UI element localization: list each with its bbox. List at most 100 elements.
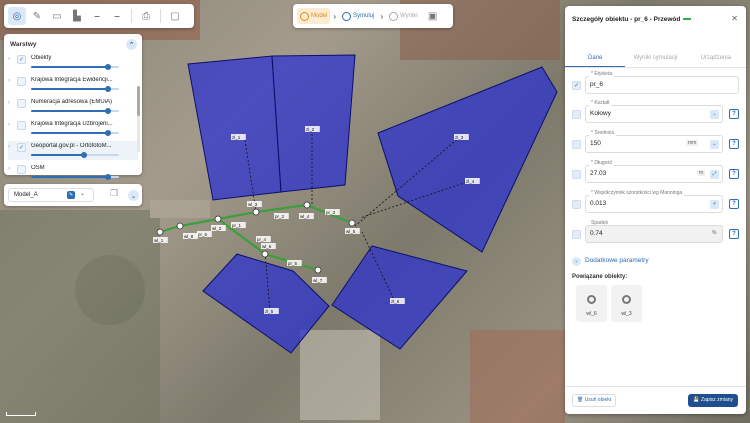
pipe-label: pr_4: [257, 237, 267, 242]
tab-devices[interactable]: Urządzenia: [686, 48, 746, 67]
layer-checkbox[interactable]: ✓: [17, 55, 26, 64]
frame-icon[interactable]: ▢: [166, 7, 184, 25]
network-node[interactable]: [303, 201, 311, 209]
field-checkbox[interactable]: ✓: [572, 81, 581, 90]
layers-title: Warstwy: [10, 41, 37, 48]
layers-header: Warstwy ⌃: [4, 34, 142, 50]
help-icon[interactable]: ?: [729, 139, 739, 149]
node-label: wl_8: [184, 234, 194, 239]
advanced-params-toggle[interactable]: ⌄ Dodatkowe parametry: [572, 257, 649, 266]
step-simulate[interactable]: Symuluj: [339, 8, 377, 24]
network-node[interactable]: [348, 219, 356, 227]
help-icon[interactable]: ?: [729, 229, 739, 239]
chevron-down-icon[interactable]: ⌄: [80, 190, 85, 197]
network-node[interactable]: [214, 215, 222, 223]
help-icon[interactable]: ?: [729, 109, 739, 119]
measure-icon[interactable]: ⎯: [88, 7, 106, 25]
related-object-card[interactable]: wl_3: [611, 285, 642, 322]
pipe-segment[interactable]: [217, 210, 257, 221]
ruler-icon[interactable]: ▭: [48, 7, 66, 25]
save-changes-button[interactable]: 💾 Zapisz zmiany: [688, 394, 738, 407]
layer-checkbox[interactable]: [17, 77, 26, 86]
pencil-icon[interactable]: ✎: [67, 191, 75, 199]
catchment-label: zl_1: [232, 135, 241, 140]
layer-list: › ✓ Obiekty › Krajowa Integracja Ewidencji..…: [4, 53, 142, 182]
chevron-down-icon[interactable]: ⌄: [710, 140, 719, 149]
pipe-segment[interactable]: [179, 217, 219, 228]
step-results[interactable]: Wyniki: [386, 8, 421, 24]
node-label: wl_3: [248, 202, 258, 207]
measure2-icon[interactable]: ⎯: [108, 7, 126, 25]
collapse-icon[interactable]: ⌃: [126, 39, 137, 50]
layer-item[interactable]: › ✓ Geoportal.gov.pl - OrtofotoM...: [8, 141, 138, 160]
plus-icon[interactable]: +: [710, 200, 719, 209]
node-label: wl_6: [262, 244, 272, 249]
catchment-area[interactable]: [378, 92, 557, 252]
help-icon[interactable]: ?: [729, 169, 739, 179]
field-checkbox[interactable]: [572, 200, 581, 209]
delete-object-button[interactable]: 🗑 Usuń obiekt: [572, 394, 617, 407]
copy-icon[interactable]: ❐: [110, 188, 122, 201]
layer-label: Krajowa Integracja Ewidencji...: [31, 77, 113, 83]
print-icon[interactable]: ⎙: [137, 7, 155, 25]
pipe-segment[interactable]: [255, 203, 308, 214]
network-node[interactable]: [176, 222, 184, 230]
network-node[interactable]: [261, 250, 269, 258]
slope-field: Spadek 0.74 % ?: [572, 220, 739, 243]
field-checkbox[interactable]: [572, 110, 581, 119]
chevron-down-icon[interactable]: ⌄: [128, 190, 139, 201]
chevron-right-icon: ›: [380, 11, 384, 21]
chevron-right-icon[interactable]: ›: [8, 166, 10, 172]
layer-checkbox[interactable]: [17, 121, 26, 130]
field-checkbox[interactable]: [572, 230, 581, 239]
network-node[interactable]: [314, 266, 322, 274]
tab-simulation-results[interactable]: Wyniki symulacji: [625, 48, 685, 67]
layer-item[interactable]: › Krajowa Integracja Uzbrojeni...: [8, 119, 138, 138]
export-icon[interactable]: ▣: [424, 7, 442, 25]
chevron-right-icon[interactable]: ›: [8, 144, 10, 150]
related-object-card[interactable]: wl_6: [576, 285, 607, 322]
tab-data[interactable]: Dane: [565, 48, 626, 67]
opacity-slider[interactable]: [31, 152, 119, 158]
field-checkbox[interactable]: [572, 140, 581, 149]
chevron-right-icon[interactable]: ›: [8, 100, 10, 106]
help-icon[interactable]: ?: [729, 199, 739, 209]
layer-checkbox[interactable]: [17, 99, 26, 108]
chart-icon[interactable]: ▙: [68, 7, 86, 25]
step-model[interactable]: Model: [297, 8, 331, 24]
ruler-icon[interactable]: ⤢: [710, 170, 719, 179]
opacity-slider[interactable]: [31, 130, 119, 136]
opacity-slider[interactable]: [31, 86, 119, 92]
pipe-label: pr_6: [198, 232, 208, 237]
related-objects-title: Powiązane obiekty:: [572, 274, 628, 280]
network-node[interactable]: [252, 208, 260, 216]
layer-item[interactable]: › OSM: [8, 163, 138, 182]
network-node[interactable]: [156, 228, 164, 236]
chevron-right-icon[interactable]: ›: [8, 78, 10, 84]
panel-title: Szczegóły obiektu - pr_6 - Przewód: [572, 16, 692, 23]
chevron-down-icon[interactable]: ⌄: [710, 110, 719, 119]
catchment-area[interactable]: [271, 54, 356, 193]
divider: [160, 9, 161, 23]
layer-item[interactable]: › Numeracja adresowa (EMUiA): [8, 97, 138, 116]
field-checkbox[interactable]: [572, 170, 581, 179]
catchment-label: zl_6: [391, 299, 400, 304]
layer-checkbox[interactable]: [17, 165, 26, 174]
opacity-slider[interactable]: [31, 108, 119, 114]
chevron-right-icon[interactable]: ›: [8, 56, 10, 62]
target-icon[interactable]: ◎: [8, 7, 26, 25]
object-details-panel: Szczegóły obiektu - pr_6 - Przewód ✕ Dan…: [565, 6, 746, 414]
catchment-area[interactable]: [187, 55, 282, 201]
opacity-slider[interactable]: [31, 174, 119, 180]
diameter-select[interactable]: [585, 135, 723, 153]
layers-scrollbar[interactable]: [137, 86, 140, 152]
layer-item[interactable]: › Krajowa Integracja Ewidencji...: [8, 75, 138, 94]
chevron-right-icon[interactable]: ›: [8, 122, 10, 128]
layer-item[interactable]: › ✓ Obiekty: [8, 53, 138, 72]
layer-checkbox[interactable]: ✓: [17, 143, 26, 152]
node-label: wl_7: [313, 278, 323, 283]
pencil-icon[interactable]: ✎: [28, 7, 46, 25]
label-input[interactable]: [585, 76, 739, 94]
opacity-slider[interactable]: [31, 64, 119, 70]
close-icon[interactable]: ✕: [731, 14, 738, 23]
